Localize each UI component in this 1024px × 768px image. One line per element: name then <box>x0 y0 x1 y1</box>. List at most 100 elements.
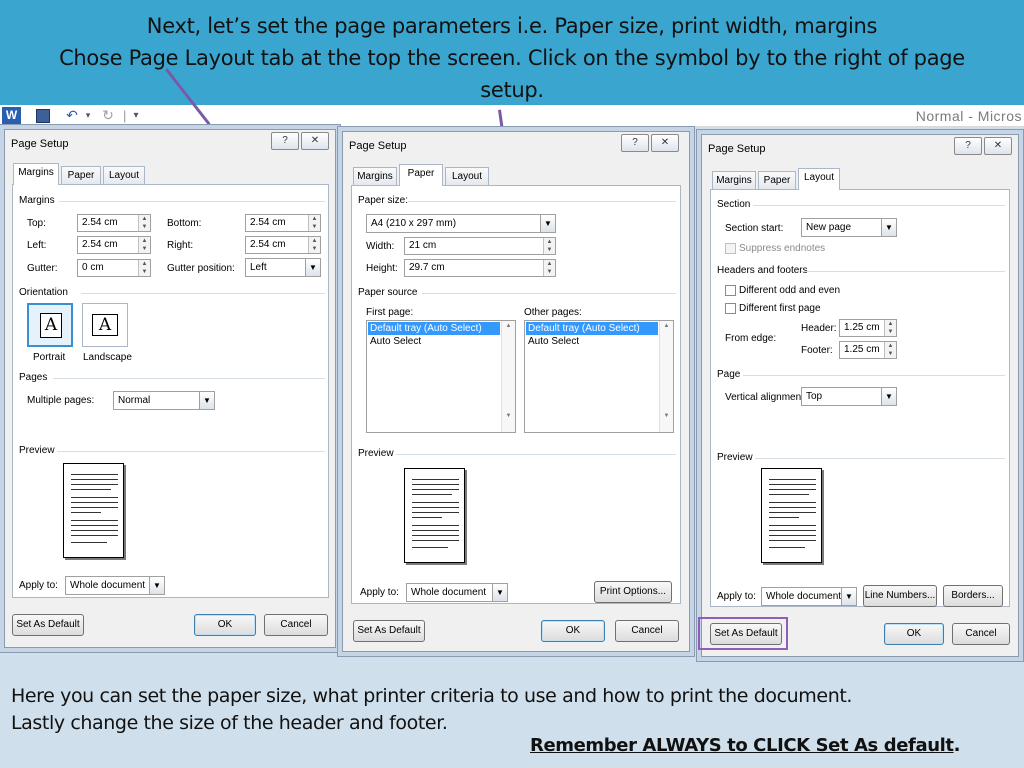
spinner-arrows-icon[interactable]: ▲ ▼ <box>308 215 320 231</box>
ok-button[interactable]: OK <box>541 620 605 642</box>
spinner-arrows-icon[interactable]: ▲ ▼ <box>884 342 896 358</box>
tab-margins[interactable]: Margins <box>353 167 397 186</box>
spinner-arrows-icon[interactable]: ▲ ▼ <box>543 238 555 254</box>
vertical-alignment-select[interactable]: Top ▼ <box>801 387 897 406</box>
section-preview: Preview <box>19 445 55 456</box>
tab-paper[interactable]: Paper <box>61 166 101 185</box>
list-item[interactable]: Auto Select <box>368 335 500 348</box>
help-button[interactable]: ? <box>954 137 982 155</box>
cancel-button[interactable]: Cancel <box>264 614 328 636</box>
ok-button[interactable]: OK <box>194 614 256 636</box>
apply-to-select[interactable]: Whole document ▼ <box>65 576 165 595</box>
chevron-down-icon[interactable]: ▼ <box>199 392 214 409</box>
bottom-margin-input[interactable]: 2.54 cm ▲ ▼ <box>245 214 321 232</box>
header-distance-input[interactable]: 1.25 cm ▲ ▼ <box>839 319 897 337</box>
divider <box>743 375 1005 376</box>
apply-to-select[interactable]: Whole document ▼ <box>406 583 508 602</box>
portrait-option[interactable]: A <box>27 303 73 347</box>
borders-button[interactable]: Borders... <box>943 585 1003 607</box>
apply-to-select[interactable]: Whole document ▼ <box>761 587 857 606</box>
slide-instructions: Next, let’s set the page parameters i.e.… <box>0 10 1024 106</box>
list-item[interactable]: Auto Select <box>526 335 658 348</box>
tab-margins[interactable]: Margins <box>13 163 59 185</box>
page-setup-dialog-layout: Page Setup ? ✕ Margins Paper Layout Sect… <box>701 134 1019 657</box>
tab-layout[interactable]: Layout <box>103 166 145 185</box>
divider <box>396 454 676 455</box>
gutter-input[interactable]: 0 cm ▲ ▼ <box>77 259 151 277</box>
divider <box>422 293 676 294</box>
different-odd-even-checkbox[interactable] <box>725 285 736 296</box>
section-orientation: Orientation <box>19 287 68 298</box>
list-item[interactable]: Default tray (Auto Select) <box>368 322 500 335</box>
spinner-arrows-icon[interactable]: ▲ ▼ <box>884 320 896 336</box>
customize-toolbar-icon[interactable]: ▾ <box>131 107 141 124</box>
undo-icon[interactable]: ↶ <box>62 107 82 124</box>
ok-button[interactable]: OK <box>884 623 944 645</box>
undo-dropdown-icon[interactable]: ▾ <box>84 107 92 124</box>
paper-size-select[interactable]: A4 (210 x 297 mm) ▼ <box>366 214 556 233</box>
list-scrollbar[interactable]: ▲ ▼ <box>659 321 673 432</box>
set-as-default-button[interactable]: Set As Default <box>12 614 84 636</box>
tab-paper[interactable]: Paper <box>758 171 796 190</box>
instruction-line-3: setup. <box>480 78 544 102</box>
spinner-arrows-icon[interactable]: ▲ ▼ <box>308 237 320 253</box>
explanation-line-1: Here you can set the paper size, what pr… <box>11 685 853 707</box>
help-button[interactable]: ? <box>271 132 299 150</box>
right-margin-value: 2.54 cm <box>250 239 286 250</box>
redo-icon[interactable]: ↻ <box>100 107 116 124</box>
word-logo-icon[interactable]: W <box>2 107 21 124</box>
multiple-pages-select[interactable]: Normal ▼ <box>113 391 215 410</box>
suppress-endnotes-checkbox[interactable] <box>725 243 736 254</box>
set-as-default-button[interactable]: Set As Default <box>353 620 425 642</box>
tab-layout[interactable]: Layout <box>798 168 840 190</box>
chevron-down-icon[interactable]: ▼ <box>881 388 896 405</box>
right-margin-input[interactable]: 2.54 cm ▲ ▼ <box>245 236 321 254</box>
spinner-arrows-icon[interactable]: ▲ ▼ <box>138 260 150 276</box>
apply-to-value: Whole document <box>411 587 487 598</box>
footer-distance-input[interactable]: 1.25 cm ▲ ▼ <box>839 341 897 359</box>
close-button[interactable]: ✕ <box>984 137 1012 155</box>
first-page-tray-list[interactable]: Default tray (Auto Select) Auto Select ▲… <box>366 320 516 433</box>
close-button[interactable]: ✕ <box>651 134 679 152</box>
apply-to-label: Apply to: <box>19 580 58 591</box>
cancel-button[interactable]: Cancel <box>615 620 679 642</box>
from-edge-label: From edge: <box>725 333 777 344</box>
tab-margins[interactable]: Margins <box>712 171 756 190</box>
right-label: Right: <box>167 240 194 251</box>
left-margin-input[interactable]: 2.54 cm ▲ ▼ <box>77 236 151 254</box>
tab-paper[interactable]: Paper <box>399 164 443 186</box>
section-start-select[interactable]: New page ▼ <box>801 218 897 237</box>
chevron-down-icon[interactable]: ▼ <box>305 259 320 276</box>
tab-layout[interactable]: Layout <box>445 167 489 186</box>
different-first-page-checkbox[interactable] <box>725 303 736 314</box>
other-pages-tray-list[interactable]: Default tray (Auto Select) Auto Select ▲… <box>524 320 674 433</box>
list-item[interactable]: Default tray (Auto Select) <box>526 322 658 335</box>
spinner-arrows-icon[interactable]: ▲ ▼ <box>138 237 150 253</box>
chevron-down-icon[interactable]: ▼ <box>149 577 164 594</box>
cancel-button[interactable]: Cancel <box>952 623 1010 645</box>
word-quick-access-toolbar: W ↶ ▾ ↻ | ▾ Normal - Micros <box>0 105 1024 127</box>
chevron-down-icon[interactable]: ▼ <box>841 588 856 605</box>
gutter-label: Gutter: <box>27 263 58 274</box>
chevron-down-icon[interactable]: ▼ <box>492 584 507 601</box>
top-margin-input[interactable]: 2.54 cm ▲ ▼ <box>77 214 151 232</box>
chevron-down-icon[interactable]: ▼ <box>881 219 896 236</box>
spinner-arrows-icon[interactable]: ▲ ▼ <box>138 215 150 231</box>
close-button[interactable]: ✕ <box>301 132 329 150</box>
paper-width-input[interactable]: 21 cm ▲ ▼ <box>404 237 556 255</box>
gutter-position-select[interactable]: Left ▼ <box>245 258 321 277</box>
spinner-arrows-icon[interactable]: ▲ ▼ <box>543 260 555 276</box>
paper-height-input[interactable]: 29.7 cm ▲ ▼ <box>404 259 556 277</box>
multiple-pages-value: Normal <box>118 395 151 406</box>
chevron-down-icon[interactable]: ▼ <box>540 215 555 232</box>
save-icon[interactable] <box>36 109 50 123</box>
list-scrollbar[interactable]: ▲ ▼ <box>501 321 515 432</box>
landscape-option[interactable]: A <box>82 303 128 347</box>
dialog-title: Page Setup <box>11 138 69 150</box>
section-preview: Preview <box>358 448 394 459</box>
line-numbers-button[interactable]: Line Numbers... <box>863 585 937 607</box>
help-button[interactable]: ? <box>621 134 649 152</box>
print-options-button[interactable]: Print Options... <box>594 581 672 603</box>
paper-width-value: 21 cm <box>409 240 437 251</box>
vertical-alignment-label: Vertical alignment: <box>725 392 807 403</box>
